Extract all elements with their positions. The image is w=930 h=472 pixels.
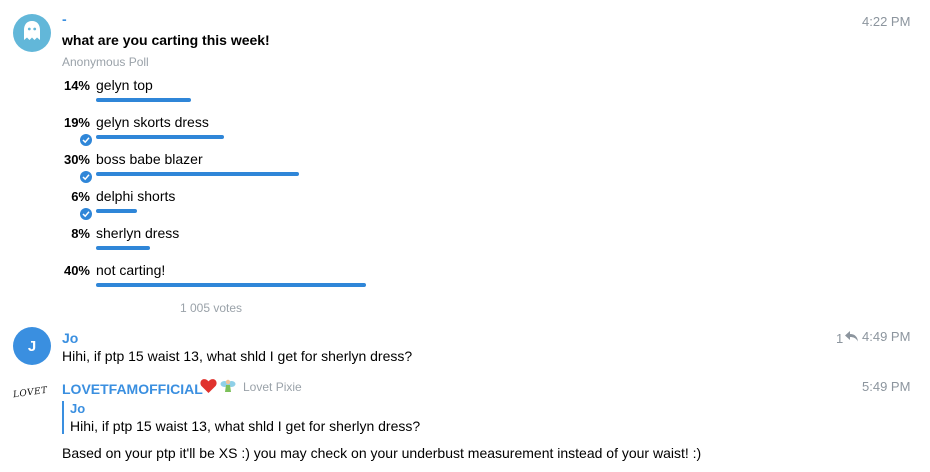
jo-message-text: Hihi, if ptp 15 waist 13, what shld I ge… — [62, 348, 413, 364]
poll-option-bar — [96, 172, 299, 176]
lovet-avatar-logo[interactable]: LOVET — [12, 386, 48, 401]
fairy-icon — [220, 378, 236, 399]
heart-icon — [200, 378, 217, 399]
reply-count: 1 — [836, 330, 844, 346]
poll-type-label: Anonymous Poll — [62, 55, 149, 69]
poll-option-label: not carting! — [96, 262, 166, 278]
poll-question: what are you carting this week! — [62, 32, 270, 48]
poll-option-percent: 8% — [71, 226, 90, 241]
poll-option-bar — [96, 135, 224, 139]
reply-arrow-icon — [845, 329, 859, 347]
poll-option-percent: 30% — [63, 152, 90, 167]
chosen-check-icon — [80, 134, 92, 146]
jo-timestamp: 4:49 PM — [862, 329, 911, 344]
lovet-message-text: Based on your ptp it'll be XS :) you may… — [62, 445, 702, 461]
avatar-initial: J — [27, 337, 37, 355]
poll-option-label: delphi shorts — [96, 188, 176, 204]
chosen-check-icon — [80, 171, 92, 183]
lovet-sender-name[interactable]: LOVETFAMOFFICIAL — [62, 381, 203, 397]
jo-sender-name[interactable]: Jo — [62, 330, 78, 346]
poll-option-bar — [96, 246, 150, 250]
poll-option-percent: 40% — [63, 263, 90, 278]
poll-option-bar — [96, 283, 366, 287]
poll-option-bar — [96, 98, 191, 102]
poll-option-label: boss babe blazer — [96, 151, 203, 167]
poll-option-percent: 6% — [71, 189, 90, 204]
ghost-avatar[interactable] — [13, 14, 51, 52]
jo-avatar[interactable]: J — [13, 327, 51, 365]
reply-quote[interactable]: Jo Hihi, if ptp 15 waist 13, what shld I… — [62, 401, 420, 434]
poll-option-percent: 14% — [63, 78, 90, 93]
poll-option-label: sherlyn dress — [96, 225, 180, 241]
poll-option-bar — [96, 209, 137, 213]
poll-sender-name[interactable]: - — [62, 11, 67, 27]
poll-option-label: gelyn top — [96, 77, 153, 93]
poll-vote-count: 1 005 votes — [180, 301, 243, 315]
sender-badge: Lovet Pixie — [243, 380, 302, 394]
lovet-timestamp: 5:49 PM — [862, 379, 911, 394]
poll-option-percent: 19% — [63, 115, 90, 130]
ghost-icon — [22, 20, 42, 47]
chosen-check-icon — [80, 208, 92, 220]
quote-sender-name: Jo — [70, 401, 86, 416]
poll-timestamp: 4:22 PM — [862, 14, 911, 29]
reply-indicator[interactable]: 1 — [836, 329, 859, 347]
poll-option-label: gelyn skorts dress — [96, 114, 209, 130]
quote-text: Hihi, if ptp 15 waist 13, what shld I ge… — [70, 418, 421, 434]
